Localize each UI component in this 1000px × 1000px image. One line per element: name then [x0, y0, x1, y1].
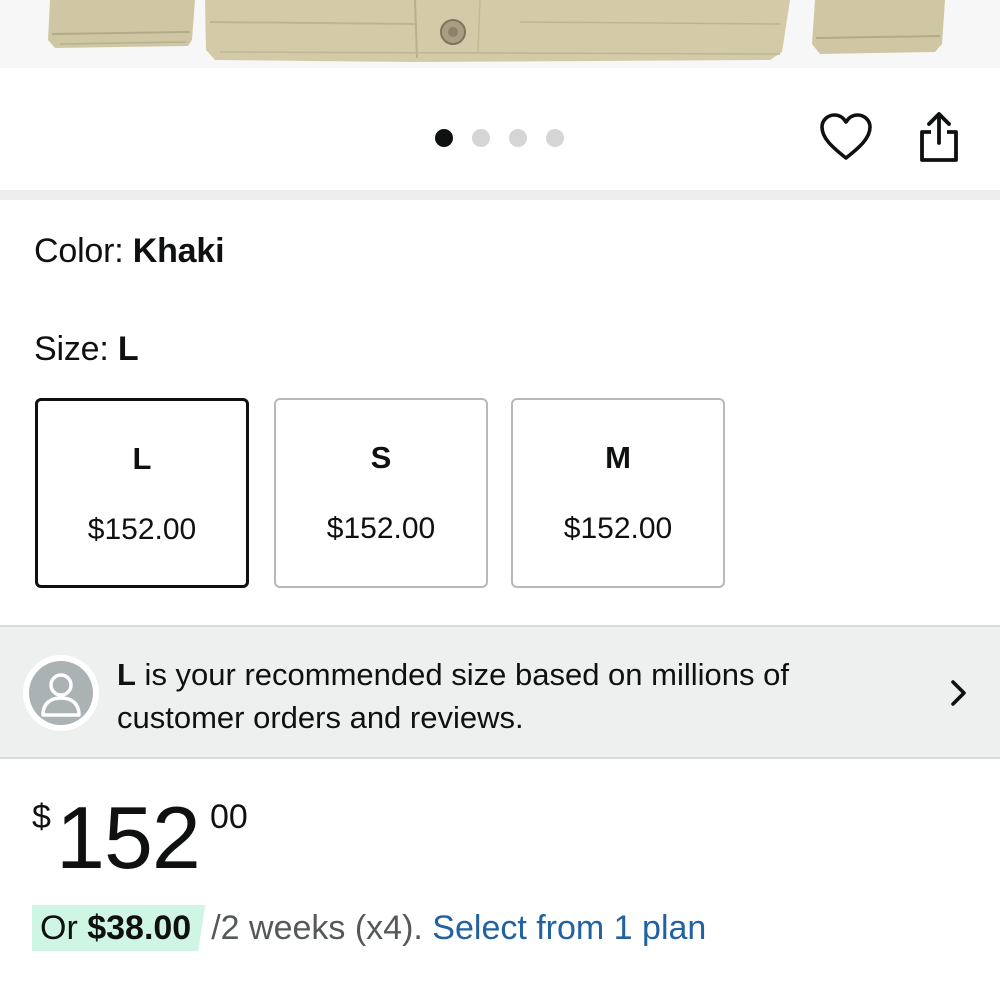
avatar	[23, 655, 99, 731]
heart-icon	[820, 113, 872, 160]
color-label-prefix: Color:	[34, 232, 133, 270]
carousel-controls	[0, 68, 1000, 190]
size-option-price: $152.00	[87, 513, 197, 546]
product-image[interactable]	[0, 0, 1000, 68]
installment-amount-badge: Or $38.00	[32, 905, 206, 951]
installment-terms: /2 weeks (x4).	[211, 909, 423, 947]
size-label: Size: L	[34, 330, 139, 369]
carousel-dot[interactable]	[546, 129, 564, 147]
carousel-dots[interactable]	[435, 129, 564, 147]
recommended-size: L	[117, 657, 136, 692]
carousel-dot-active[interactable]	[435, 129, 453, 147]
size-option-label: M	[605, 440, 631, 475]
size-option-s[interactable]: S $152.00	[274, 398, 488, 588]
size-option-m[interactable]: M $152.00	[511, 398, 725, 588]
installment-prefix: Or	[40, 909, 88, 947]
user-avatar-icon	[41, 673, 81, 717]
installment-offer: Or $38.00/2 weeks (x4). Select from 1 pl…	[32, 905, 706, 951]
select-plan-link[interactable]: Select from 1 plan	[432, 909, 706, 947]
carousel-dot[interactable]	[509, 129, 527, 147]
size-label-prefix: Size:	[34, 330, 118, 368]
share-button[interactable]	[912, 110, 966, 166]
section-divider	[0, 190, 1000, 200]
price-symbol: $	[32, 798, 51, 836]
size-value: L	[117, 330, 139, 368]
share-icon	[920, 112, 958, 162]
size-option-price: $152.00	[326, 512, 436, 545]
color-value: Khaki	[132, 232, 225, 270]
chevron-right-icon[interactable]	[944, 678, 974, 708]
price-fraction: 00	[210, 798, 248, 836]
carousel-dot[interactable]	[472, 129, 490, 147]
price-whole: 152	[56, 788, 201, 887]
size-option-label: L	[132, 441, 152, 476]
recommendation-text: L is your recommended size based on mill…	[117, 653, 877, 739]
wishlist-button[interactable]	[818, 112, 874, 164]
size-option-label: S	[370, 440, 392, 475]
installment-amount: $38.00	[87, 909, 192, 947]
recommendation-message: is your recommended size based on millio…	[117, 657, 789, 735]
size-option-price: $152.00	[563, 512, 673, 545]
size-recommendation-banner[interactable]: L is your recommended size based on mill…	[0, 625, 1000, 759]
size-option-l[interactable]: L $152.00	[35, 398, 249, 588]
color-label: Color: Khaki	[34, 232, 225, 271]
